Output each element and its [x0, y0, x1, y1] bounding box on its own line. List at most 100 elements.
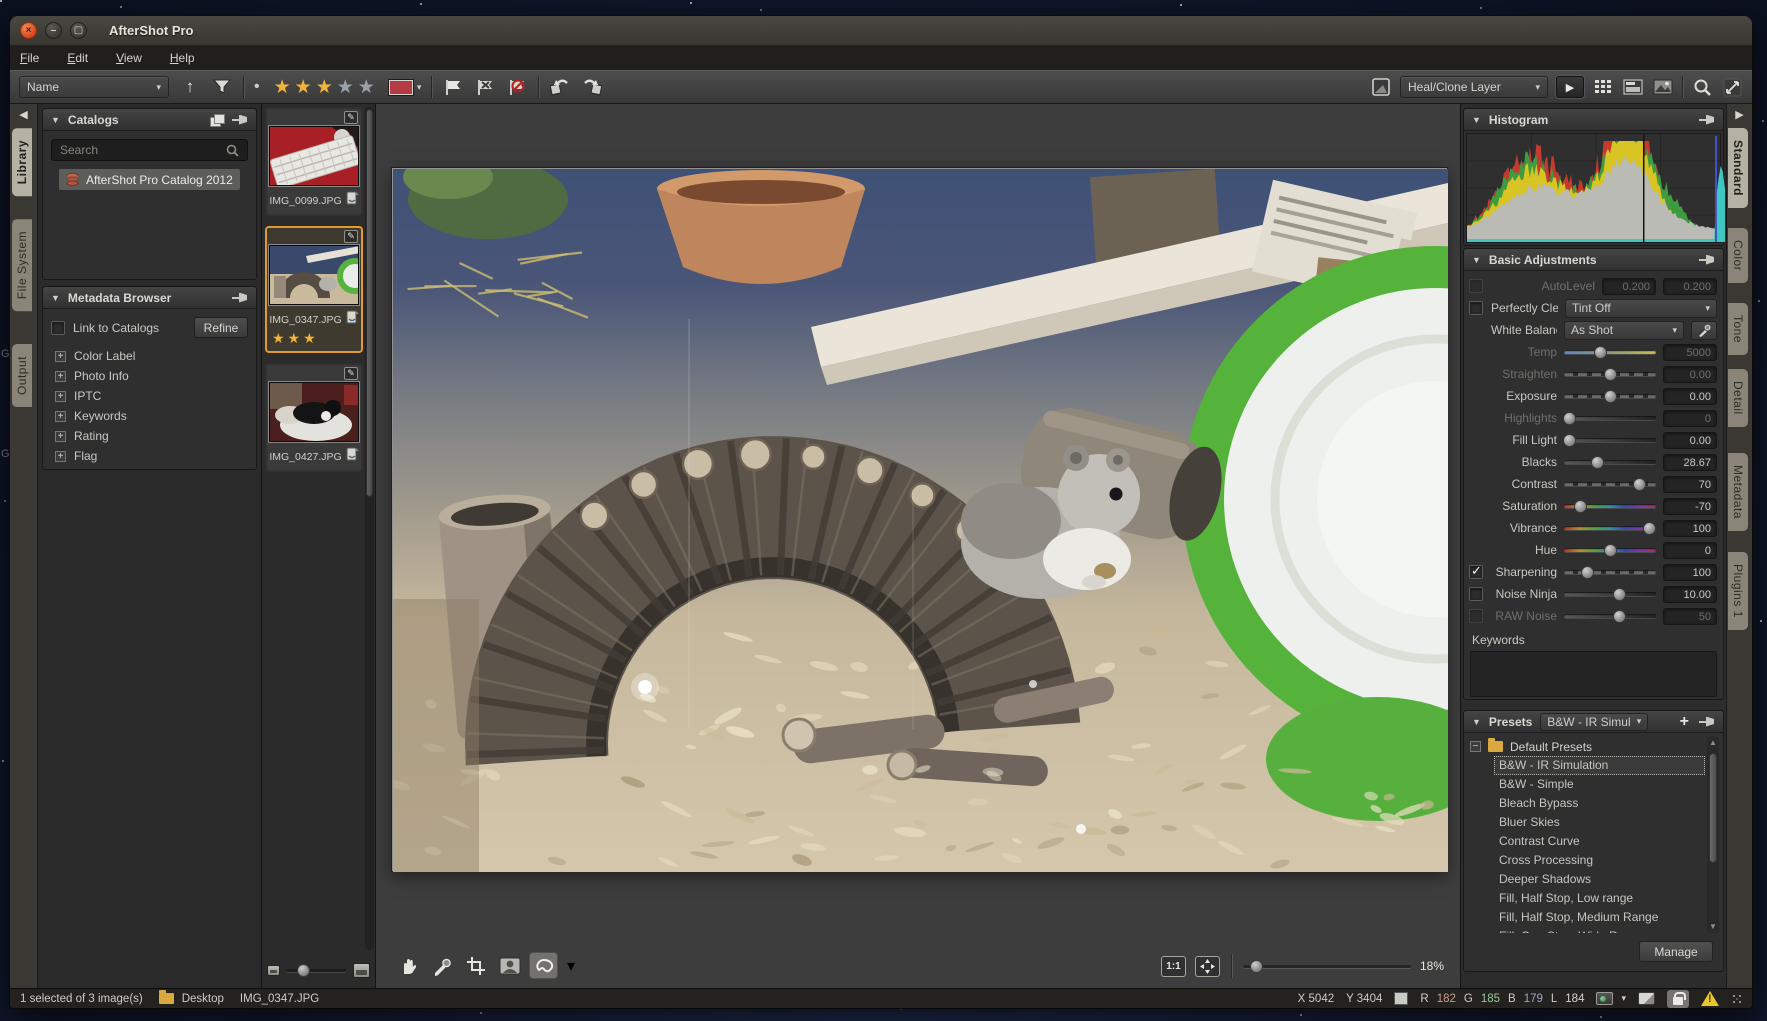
raw-noise-value[interactable]: 50: [1663, 608, 1717, 625]
scrollbar-thumb[interactable]: [366, 109, 373, 497]
expand-plus-icon[interactable]: +: [55, 451, 66, 462]
thumbnail-image[interactable]: [269, 245, 359, 305]
collapse-right-panel-button[interactable]: ▶: [1727, 108, 1752, 121]
crop-tool-button[interactable]: [462, 953, 489, 978]
close-button[interactable]: ×: [20, 22, 37, 39]
metadata-item-keywords[interactable]: +Keywords: [43, 406, 256, 426]
rating-none-dot[interactable]: •: [254, 78, 260, 96]
menu-edit[interactable]: Edit: [67, 51, 88, 65]
grid-view-button[interactable]: [1592, 76, 1614, 98]
preset-item[interactable]: Contrast Curve: [1494, 832, 1705, 851]
tab-standard[interactable]: Standard: [1728, 128, 1748, 208]
expand-plus-icon[interactable]: +: [55, 411, 66, 422]
tab-tone[interactable]: Tone: [1728, 303, 1748, 355]
scrollbar-thumb[interactable]: [1709, 753, 1717, 863]
edit-badge-icon[interactable]: ✎: [344, 111, 358, 124]
actual-size-button[interactable]: 1:1: [1161, 956, 1186, 977]
slider-thumb[interactable]: [297, 964, 310, 977]
perfectly-clear-checkbox[interactable]: [1469, 301, 1483, 315]
menu-file[interactable]: File: [20, 51, 39, 65]
slider-thumb[interactable]: [1250, 960, 1263, 973]
minimize-button[interactable]: –: [45, 22, 62, 39]
noise-ninja-slider[interactable]: [1564, 592, 1656, 596]
preset-item[interactable]: Fill, One Stop, Wide Range: [1494, 927, 1705, 933]
preset-item[interactable]: Fill, Half Stop, Low range: [1494, 889, 1705, 908]
filmstrip-cell-img_0347.jpg[interactable]: ✎IMG_0347.JPG★★★: [265, 226, 363, 353]
label-color-filter[interactable]: ▾: [389, 80, 422, 95]
add-preset-button[interactable]: +: [1678, 714, 1691, 730]
collapse-minus-icon[interactable]: −: [1470, 741, 1481, 752]
collapse-triangle-icon[interactable]: ▼: [1472, 115, 1481, 125]
slider-thumb[interactable]: [1563, 412, 1576, 425]
vibrance-slider[interactable]: [1564, 526, 1656, 530]
expand-plus-icon[interactable]: +: [55, 371, 66, 382]
pin-icon[interactable]: [232, 292, 248, 304]
slider-thumb[interactable]: [1613, 610, 1626, 623]
star-icon[interactable]: ★: [274, 76, 295, 99]
preset-item[interactable]: Bleach Bypass: [1494, 794, 1705, 813]
link-to-catalogs-checkbox[interactable]: [51, 321, 65, 335]
slider-thumb[interactable]: [1591, 456, 1604, 469]
exposure-value[interactable]: 0.00: [1663, 388, 1717, 405]
slider-thumb[interactable]: [1604, 544, 1617, 557]
highlights-slider[interactable]: [1564, 416, 1656, 420]
slider-thumb[interactable]: [1633, 478, 1646, 491]
noise-ninja-value[interactable]: 10.00: [1663, 586, 1717, 603]
perfectly-clear-select[interactable]: Tint Off▾: [1565, 299, 1717, 318]
edit-badge-icon[interactable]: ✎: [344, 367, 358, 380]
straighten-slider[interactable]: [1564, 372, 1656, 376]
filmstrip-cell-img_0099.jpg[interactable]: ✎IMG_0099.JPG: [265, 107, 363, 216]
layer-type-select[interactable]: Heal/Clone Layer ▾: [1400, 76, 1548, 98]
slider-thumb[interactable]: [1604, 368, 1617, 381]
slider-thumb[interactable]: [1604, 390, 1617, 403]
zoom-slider[interactable]: [1243, 965, 1411, 968]
raw-noise-checkbox[interactable]: [1469, 609, 1483, 623]
contrast-slider[interactable]: [1564, 482, 1656, 486]
autolevel-value-1[interactable]: 0.200: [1663, 278, 1717, 295]
image-view-button[interactable]: [1652, 76, 1674, 98]
preset-item[interactable]: Cross Processing: [1494, 851, 1705, 870]
scroll-track[interactable]: [1709, 749, 1717, 921]
expand-plus-icon[interactable]: +: [55, 431, 66, 442]
flag-pick-button[interactable]: [442, 76, 464, 98]
blacks-slider[interactable]: [1564, 460, 1656, 464]
star-icon[interactable]: ★: [316, 76, 337, 99]
manage-presets-button[interactable]: Manage: [1639, 941, 1713, 962]
thumbnail-image[interactable]: [269, 126, 359, 186]
layer-button[interactable]: [1370, 76, 1392, 98]
tab-file-system[interactable]: File System: [12, 219, 32, 311]
slider-thumb[interactable]: [1581, 566, 1594, 579]
metadata-item-flag[interactable]: +Flag: [43, 446, 256, 466]
sharpening-value[interactable]: 100: [1663, 564, 1717, 581]
star-icon[interactable]: ★: [337, 76, 358, 99]
preset-item[interactable]: B&W - Simple: [1494, 775, 1705, 794]
fit-to-window-button[interactable]: [1195, 956, 1220, 977]
contrast-value[interactable]: 70: [1663, 476, 1717, 493]
filmstrip-cell-img_0427.jpg[interactable]: ✎IMG_0427.JPG: [265, 363, 363, 472]
fill-light-value[interactable]: 0.00: [1663, 432, 1717, 449]
vibrance-value[interactable]: 100: [1663, 520, 1717, 537]
white-balance-select[interactable]: As Shot▾: [1564, 321, 1684, 340]
slideshow-button[interactable]: ▶: [1556, 76, 1584, 98]
saturation-slider[interactable]: [1564, 504, 1656, 508]
tab-plugins-1[interactable]: Plugins 1: [1728, 552, 1748, 630]
thumbnail-size-slider[interactable]: [287, 969, 346, 972]
pin-icon[interactable]: [232, 114, 248, 126]
resize-grip[interactable]: [1731, 993, 1742, 1004]
autolevel-checkbox[interactable]: [1469, 279, 1483, 293]
rotate-right-button[interactable]: [581, 76, 603, 98]
raw-noise-slider[interactable]: [1564, 614, 1656, 618]
preset-quick-select[interactable]: B&W - IR Simulation ▾: [1540, 713, 1648, 731]
filmstrip-scrollbar[interactable]: [365, 107, 374, 950]
warning-icon[interactable]: [1701, 991, 1719, 1006]
keywords-input[interactable]: [1470, 651, 1717, 697]
rating-filter-stars[interactable]: ★★★★★: [274, 76, 379, 99]
tab-color[interactable]: Color: [1728, 228, 1748, 283]
color-profile-selector[interactable]: ▾: [1596, 992, 1626, 1005]
collapse-left-panel-button[interactable]: ◀: [10, 108, 37, 121]
heal-clone-tool-button[interactable]: [530, 953, 557, 978]
collapse-triangle-icon[interactable]: ▼: [51, 115, 60, 125]
preset-item[interactable]: B&W - IR Simulation: [1494, 756, 1705, 775]
pin-icon[interactable]: [1699, 716, 1715, 728]
expand-plus-icon[interactable]: +: [55, 351, 66, 362]
